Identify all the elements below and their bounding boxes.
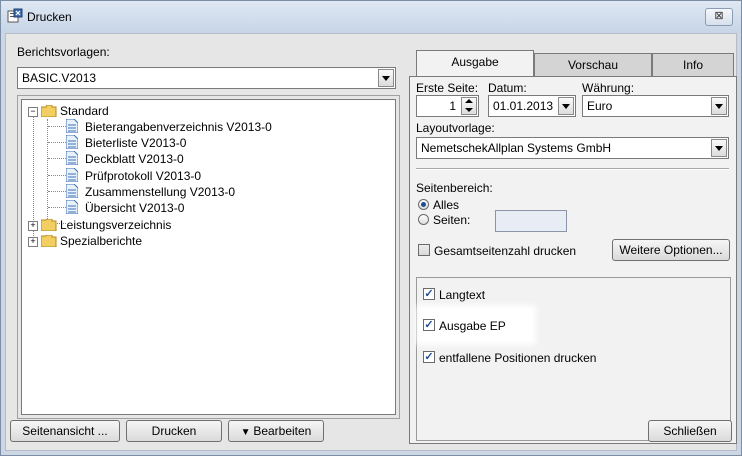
tree-item-report[interactable]: Bieterangabenverzeichnis V2013-0 <box>66 119 306 135</box>
document-icon <box>66 200 78 214</box>
first-page-value: 1 <box>449 99 456 113</box>
tree-guide-line <box>48 158 66 159</box>
page-range-label: Seitenbereich: <box>416 181 493 195</box>
chevron-down-icon[interactable] <box>558 97 574 115</box>
tree-item-label: Deckblatt V2013-0 <box>85 152 184 166</box>
tree-guide-line <box>48 207 66 208</box>
page-view-label: Seitenansicht ... <box>22 424 108 438</box>
layout-select[interactable]: NemetschekAllplan Systems GmbH <box>416 137 729 159</box>
tree-guide-line <box>48 191 66 192</box>
tab-panel-ausgabe: Erste Seite: Datum: Währung: 1 01.01.201… <box>409 76 737 444</box>
tab-vorschau[interactable]: Vorschau <box>534 53 652 77</box>
tree-node-label: Spezialberichte <box>60 234 143 248</box>
templates-label: Berichtsvorlagen: <box>17 45 110 59</box>
document-icon <box>66 135 78 149</box>
omitted-positions-label: entfallene Positionen drucken <box>439 351 597 365</box>
checkbox-icon[interactable] <box>418 244 430 256</box>
tree-guide-line <box>48 142 66 143</box>
chevron-down-icon: ▼ <box>240 427 254 438</box>
close-label: Schließen <box>663 424 717 438</box>
folder-icon <box>41 219 57 231</box>
tree-node-spezialberichte[interactable]: + Spezialberichte <box>28 234 248 250</box>
chevron-down-icon[interactable] <box>711 139 727 157</box>
tree-item-label: Übersicht V2013-0 <box>85 201 185 215</box>
templates-select[interactable]: BASIC.V2013 <box>17 67 396 89</box>
radio-selected-icon[interactable] <box>418 199 429 210</box>
total-pages-checkbox[interactable]: Gesamtseitenzahl drucken <box>416 243 616 259</box>
tree-guide-line <box>48 175 66 176</box>
collapse-icon[interactable]: − <box>28 107 38 117</box>
total-pages-label: Gesamtseitenzahl drucken <box>434 244 577 258</box>
longtext-checkbox[interactable]: ✓ Langtext <box>423 287 563 303</box>
tree-item-report[interactable]: Deckblatt V2013-0 <box>66 151 306 167</box>
pages-input[interactable] <box>495 210 567 232</box>
expand-icon[interactable]: + <box>28 221 38 231</box>
range-pages-label: Seiten: <box>433 213 471 227</box>
tree-guide-line <box>48 126 66 127</box>
chevron-down-icon[interactable] <box>378 69 394 87</box>
close-window-button[interactable]: ⊠ <box>705 8 733 26</box>
tree-node-label: Standard <box>60 104 109 118</box>
folder-icon <box>41 235 57 247</box>
document-icon <box>66 168 78 182</box>
folder-open-icon <box>41 105 57 117</box>
window-title: Drucken <box>27 10 72 24</box>
layout-value: NemetschekAllplan Systems GmbH <box>421 141 612 155</box>
first-page-label: Erste Seite: <box>416 81 479 95</box>
tree-item-report[interactable]: Bieterliste V2013-0 <box>66 135 306 151</box>
edit-button[interactable]: ▼ Bearbeiten <box>228 420 324 442</box>
edit-label: Bearbeiten <box>253 424 312 438</box>
tab-info[interactable]: Info <box>652 53 734 77</box>
expand-icon[interactable]: + <box>28 237 38 247</box>
chevron-down-icon[interactable] <box>711 97 727 115</box>
tree-item-report[interactable]: Zusammenstellung V2013-0 <box>66 184 306 200</box>
tree-node-leistungsverzeichnis[interactable]: + Leistungsverzeichnis <box>28 218 248 234</box>
more-options-button[interactable]: Weitere Optionen... <box>612 239 730 261</box>
tree-node-standard[interactable]: − Standard <box>28 104 228 120</box>
print-label: Drucken <box>151 424 197 438</box>
range-all-label: Alles <box>433 198 460 212</box>
range-pages-radio[interactable]: Seiten: <box>416 213 496 227</box>
date-value: 01.01.2013 <box>493 99 554 113</box>
divider <box>416 168 729 170</box>
output-ep-label: Ausgabe EP <box>439 319 506 333</box>
print-button[interactable]: Drucken <box>126 420 222 442</box>
checkmark-icon[interactable]: ✓ <box>423 319 435 331</box>
tree-item-label: Bieterliste V2013-0 <box>85 136 187 150</box>
document-icon <box>66 184 78 198</box>
range-all-radio[interactable]: Alles <box>416 198 496 212</box>
currency-select[interactable]: Euro <box>582 95 729 117</box>
more-options-label: Weitere Optionen... <box>619 243 723 257</box>
tree-item-report[interactable]: Prüfprotokoll V2013-0 <box>66 168 306 184</box>
first-page-stepper[interactable]: 1 <box>416 95 479 117</box>
templates-select-value: BASIC.V2013 <box>22 71 97 85</box>
tree-item-label: Prüfprotokoll V2013-0 <box>85 169 202 183</box>
document-icon <box>66 151 78 165</box>
tree-node-label: Leistungsverzeichnis <box>60 218 172 232</box>
close-button[interactable]: Schließen <box>648 420 732 442</box>
radio-icon[interactable] <box>418 214 429 225</box>
output-ep-checkbox[interactable]: ✓ Ausgabe EP <box>423 318 543 334</box>
date-picker[interactable]: 01.01.2013 <box>488 95 576 117</box>
page-view-button[interactable]: Seitenansicht ... <box>10 420 120 442</box>
checkmark-icon[interactable]: ✓ <box>423 288 435 300</box>
document-icon <box>66 119 78 133</box>
tree-item-report[interactable]: Übersicht V2013-0 <box>66 200 306 216</box>
print-app-icon <box>7 8 23 23</box>
layout-label: Layoutvorlage: <box>416 121 495 135</box>
tab-ausgabe[interactable]: Ausgabe <box>416 50 534 76</box>
currency-value: Euro <box>587 99 613 113</box>
tree-item-label: Bieterangabenverzeichnis V2013-0 <box>85 120 272 134</box>
stepper-arrows-icon[interactable] <box>461 97 477 115</box>
print-dialog: Drucken ⊠ Berichtsvorlagen: BASIC.V2013 <box>0 0 742 456</box>
dialog-body: Berichtsvorlagen: BASIC.V2013 − Standard… <box>5 33 737 451</box>
longtext-label: Langtext <box>439 288 486 302</box>
omitted-positions-checkbox[interactable]: ✓ entfallene Positionen drucken <box>423 350 663 366</box>
tree-item-label: Zusammenstellung V2013-0 <box>85 185 236 199</box>
title-bar: Drucken ⊠ <box>1 1 741 33</box>
date-label: Datum: <box>488 81 527 95</box>
checkmark-icon[interactable]: ✓ <box>423 351 435 363</box>
template-tree[interactable]: − Standard Bieterangabenverzeichnis V201… <box>21 99 396 415</box>
currency-label: Währung: <box>582 81 635 95</box>
